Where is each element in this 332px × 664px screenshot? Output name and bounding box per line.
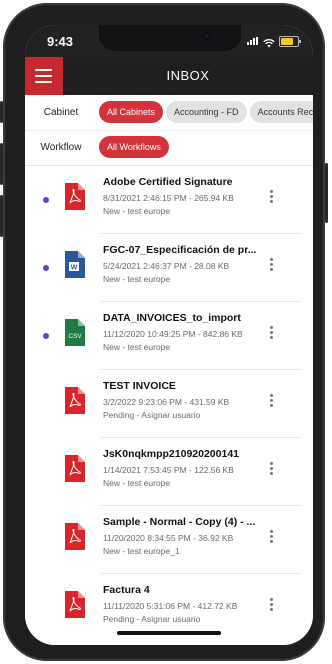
status-time: 9:43 [47,34,74,49]
chip-accounts-receivable[interactable]: Accounts Rece [249,101,313,123]
document-title: FGC-07_Especificación de pr... [103,244,257,256]
svg-text:W: W [71,265,78,272]
document-status: Pending - Asignar usuario [103,614,201,624]
document-list: Adobe Certified Signature 8/31/2021 2:46… [25,166,313,645]
wifi-icon [263,35,275,48]
camera [203,32,211,40]
more-options-icon[interactable] [265,257,277,273]
unread-dot [43,197,49,203]
chip-all-cabinets[interactable]: All Cabinets [99,101,164,123]
page-title: INBOX [166,68,210,83]
document-title: Factura 4 [103,584,150,596]
document-meta: 8/31/2021 2:46:15 PM - 265.94 KB [103,193,234,203]
document-status: New - test europe [103,478,171,488]
app-screen: 9:43 INBOX Cabinet All Cabinets Accounti… [25,25,313,645]
document-meta: 5/24/2021 2:46:37 PM - 28.08 KB [103,261,230,271]
document-meta: 11/20/2020 8:34:55 PM - 36.92 KB [103,533,234,543]
more-options-icon[interactable] [265,461,277,477]
document-status: Pending - Asignar usuario [103,410,201,420]
workflow-label: Workflow [40,142,82,153]
csv-icon: CSV [63,319,85,346]
pdf-icon [63,591,85,618]
word-doc-icon: W [63,251,85,278]
list-item[interactable]: JsK0nqkmpp210920200141 1/14/2021 7:53:45… [25,438,313,506]
hamburger-menu-button[interactable] [25,57,63,95]
document-status: New - test europe_1 [103,546,180,556]
status-bar: 9:43 [25,25,313,57]
pdf-icon [63,387,85,414]
document-meta: 3/2/2022 9:23:06 PM - 431.59 KB [103,397,230,407]
power-button [325,163,328,223]
filter-panel: Cabinet All Cabinets Accounting - FD Accou… [25,95,313,166]
document-status: New - test europe [103,206,171,216]
notch [99,25,241,51]
workflow-filter-row: Workflow All Workflows [25,130,313,165]
unread-dot [43,333,49,339]
pdf-icon [63,455,85,482]
document-title: TEST INVOICE [103,380,176,392]
phone-frame: 9:43 INBOX Cabinet All Cabinets Accounti… [0,3,328,661]
pdf-icon [63,183,85,210]
document-title: DATA_INVOICES_to_import [103,312,241,324]
list-item[interactable]: TEST INVOICE 3/2/2022 9:23:06 PM - 431.5… [25,370,313,438]
document-meta: 11/12/2020 10:49:25 PM - 842.86 KB [103,329,243,339]
cabinet-chips[interactable]: All Cabinets Accounting - FD Accounts Rece [99,95,313,130]
mute-switch [0,101,3,123]
document-title: Adobe Certified Signature [103,176,233,188]
unread-dot [43,265,49,271]
cabinet-label: Cabinet [43,107,79,118]
list-item[interactable]: W FGC-07_Especificación de pr... 5/24/20… [25,234,313,302]
document-title: Sample - Normal - Copy (4) - ... [103,516,256,528]
list-item[interactable]: Sample - Normal - Copy (4) - ... 11/20/2… [25,506,313,574]
list-item[interactable]: CSV DATA_INVOICES_to_import 11/12/2020 1… [25,302,313,370]
battery-icon [279,36,301,47]
app-header: INBOX [25,57,313,95]
document-meta: 1/14/2021 7:53:45 PM - 122.56 KB [103,465,234,475]
more-options-icon[interactable] [265,597,277,613]
more-options-icon[interactable] [265,529,277,545]
cellular-signal-icon [247,37,261,45]
workflow-chips[interactable]: All Workflows [99,130,313,165]
cabinet-filter-row: Cabinet All Cabinets Accounting - FD Accou… [25,95,313,130]
more-options-icon[interactable] [265,325,277,341]
volume-down-button [0,195,3,237]
home-indicator[interactable] [117,631,221,635]
chip-accounting-fd[interactable]: Accounting - FD [166,101,247,123]
more-options-icon[interactable] [265,393,277,409]
pdf-icon [63,523,85,550]
document-status: New - test europe [103,342,171,352]
chip-all-workflows[interactable]: All Workflows [99,136,169,158]
document-meta: 11/11/2020 5:31:06 PM - 412.72 KB [103,601,238,611]
svg-text:CSV: CSV [68,333,82,340]
document-status: New - test europe [103,274,171,284]
list-item[interactable]: Adobe Certified Signature 8/31/2021 2:46… [25,166,313,234]
hamburger-icon [35,69,52,71]
document-title: JsK0nqkmpp210920200141 [103,448,240,460]
volume-up-button [0,143,3,185]
more-options-icon[interactable] [265,189,277,205]
